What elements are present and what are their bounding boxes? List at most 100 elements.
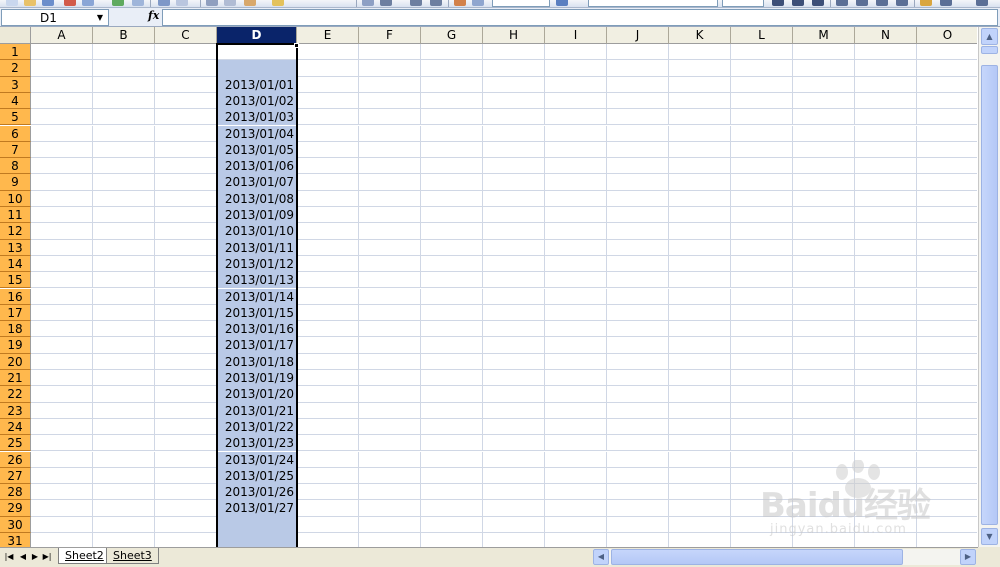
cell-l28[interactable] (731, 484, 793, 501)
cell-j14[interactable] (607, 255, 669, 273)
cell-n6[interactable] (855, 125, 917, 142)
split-handle[interactable] (981, 46, 998, 54)
column-header-j[interactable]: J (607, 27, 669, 44)
cell-f25[interactable] (359, 435, 421, 452)
cell-m14[interactable] (793, 255, 855, 273)
cell-d1[interactable] (217, 44, 297, 61)
cell-m7[interactable] (793, 141, 855, 159)
cell-d24[interactable]: 2013/01/22 (217, 418, 297, 436)
cell-i15[interactable] (545, 272, 607, 289)
cell-e2[interactable] (297, 60, 359, 77)
row-header-22[interactable]: 22 (0, 386, 31, 403)
cell-a1[interactable] (31, 44, 93, 61)
cell-e16[interactable] (297, 288, 359, 305)
cell-g19[interactable] (421, 337, 483, 354)
cell-g10[interactable] (421, 190, 483, 207)
cell-c4[interactable] (155, 92, 217, 110)
row-header-12[interactable]: 12 (0, 223, 31, 240)
cell-b20[interactable] (93, 353, 155, 370)
cell-m26[interactable] (793, 451, 855, 468)
cell-a11[interactable] (31, 207, 93, 224)
cell-j22[interactable] (607, 386, 669, 403)
cell-d19[interactable]: 2013/01/17 (217, 337, 297, 354)
row-header-24[interactable]: 24 (0, 418, 31, 436)
cell-l20[interactable] (731, 353, 793, 370)
cell-a7[interactable] (31, 141, 93, 159)
cell-g22[interactable] (421, 386, 483, 403)
cell-i28[interactable] (545, 484, 607, 501)
sort-descending-icon[interactable] (430, 0, 442, 6)
cell-d15[interactable]: 2013/01/13 (217, 272, 297, 289)
cell-o10[interactable] (917, 190, 977, 207)
row-header-25[interactable]: 25 (0, 435, 31, 452)
cell-d20[interactable]: 2013/01/18 (217, 353, 297, 370)
cell-k27[interactable] (669, 467, 731, 485)
cell-k15[interactable] (669, 272, 731, 289)
cell-h6[interactable] (483, 125, 545, 142)
cell-a8[interactable] (31, 158, 93, 175)
cell-a22[interactable] (31, 386, 93, 403)
cell-b3[interactable] (93, 76, 155, 93)
cell-b10[interactable] (93, 190, 155, 207)
cell-e23[interactable] (297, 402, 359, 419)
row-header-3[interactable]: 3 (0, 76, 31, 93)
cell-h27[interactable] (483, 467, 545, 485)
row-header-26[interactable]: 26 (0, 451, 31, 468)
cell-e31[interactable] (297, 533, 359, 547)
cell-g26[interactable] (421, 451, 483, 468)
cell-j19[interactable] (607, 337, 669, 354)
cell-l4[interactable] (731, 92, 793, 110)
cell-d26[interactable]: 2013/01/24 (217, 451, 297, 468)
cell-g24[interactable] (421, 418, 483, 436)
row-header-29[interactable]: 29 (0, 500, 31, 517)
cell-l6[interactable] (731, 125, 793, 142)
cell-c25[interactable] (155, 435, 217, 452)
cell-o23[interactable] (917, 402, 977, 419)
cell-l30[interactable] (731, 516, 793, 533)
prev-sheet-icon[interactable]: ◀ (18, 551, 28, 563)
row-header-9[interactable]: 9 (0, 174, 31, 191)
cell-l27[interactable] (731, 467, 793, 485)
cell-m20[interactable] (793, 353, 855, 370)
cell-j1[interactable] (607, 44, 669, 61)
drawing-icon[interactable] (472, 0, 484, 6)
cell-h12[interactable] (483, 223, 545, 240)
cell-g4[interactable] (421, 92, 483, 110)
cell-m16[interactable] (793, 288, 855, 305)
underline-icon[interactable] (812, 0, 824, 6)
cell-k17[interactable] (669, 304, 731, 322)
cell-o26[interactable] (917, 451, 977, 468)
cell-o24[interactable] (917, 418, 977, 436)
paste-icon[interactable] (206, 0, 218, 6)
vertical-scrollbar[interactable]: ▲ ▼ (978, 27, 1000, 547)
cell-m10[interactable] (793, 190, 855, 207)
row-header-10[interactable]: 10 (0, 190, 31, 207)
decimal-icon[interactable] (976, 0, 988, 6)
cell-c29[interactable] (155, 500, 217, 517)
cell-c22[interactable] (155, 386, 217, 403)
fill-handle[interactable] (294, 43, 299, 48)
cell-i8[interactable] (545, 158, 607, 175)
cell-o2[interactable] (917, 60, 977, 77)
cell-k22[interactable] (669, 386, 731, 403)
cell-h18[interactable] (483, 321, 545, 338)
row-header-14[interactable]: 14 (0, 255, 31, 273)
cell-f7[interactable] (359, 141, 421, 159)
cell-m15[interactable] (793, 272, 855, 289)
cell-d14[interactable]: 2013/01/12 (217, 255, 297, 273)
cell-g17[interactable] (421, 304, 483, 322)
cell-j24[interactable] (607, 418, 669, 436)
cell-i20[interactable] (545, 353, 607, 370)
cell-e6[interactable] (297, 125, 359, 142)
cell-l8[interactable] (731, 158, 793, 175)
cell-j29[interactable] (607, 500, 669, 517)
redo-icon[interactable] (272, 0, 284, 6)
cell-f10[interactable] (359, 190, 421, 207)
cell-d11[interactable]: 2013/01/09 (217, 207, 297, 224)
cell-d13[interactable]: 2013/01/11 (217, 239, 297, 256)
cell-a9[interactable] (31, 174, 93, 191)
cell-f15[interactable] (359, 272, 421, 289)
cell-m28[interactable] (793, 484, 855, 501)
column-header-n[interactable]: N (855, 27, 917, 44)
cell-m22[interactable] (793, 386, 855, 403)
